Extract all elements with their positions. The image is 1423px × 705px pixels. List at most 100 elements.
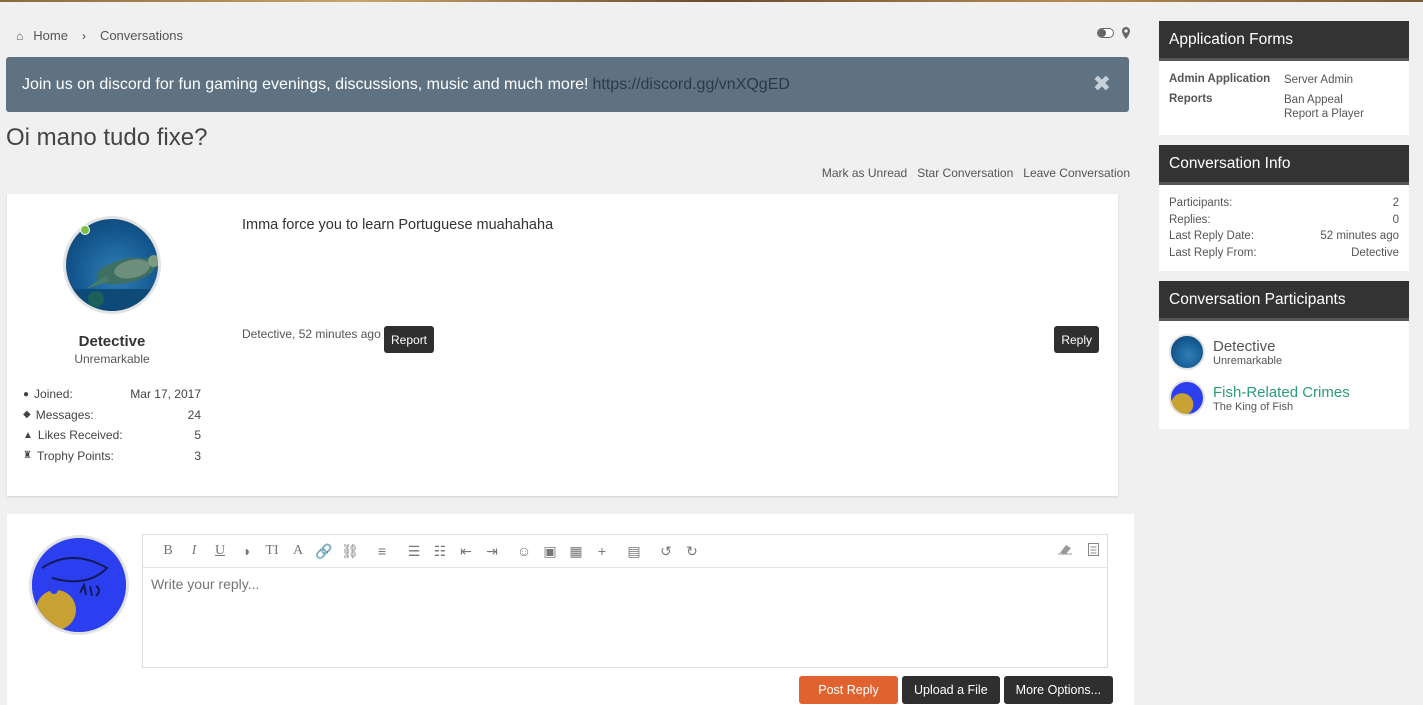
user-icon: ●: [23, 388, 30, 400]
participant-name[interactable]: Detective: [1213, 338, 1282, 355]
leave-conversation-link[interactable]: Leave Conversation: [1023, 166, 1130, 180]
discord-link[interactable]: https://discord.gg/vnXQgED: [593, 76, 790, 94]
close-icon[interactable]: ✖: [1093, 71, 1111, 97]
stat-value: 3: [194, 448, 201, 463]
outdent-icon[interactable]: ⇤: [453, 543, 479, 560]
font-family-icon[interactable]: A: [285, 543, 311, 559]
participant-name[interactable]: Fish-Related Crimes: [1213, 384, 1350, 401]
participant-item: Detective Unremarkable: [1169, 329, 1399, 375]
forms-row: Admin Application Server Admin: [1169, 73, 1399, 87]
report-button[interactable]: Report: [384, 326, 435, 353]
stat-row: ♜ Trophy Points: 3: [23, 446, 201, 467]
participant-title: The King of Fish: [1213, 400, 1294, 413]
align-icon[interactable]: ≡: [369, 543, 395, 559]
info-row: Last Reply Date: 52 minutes ago: [1169, 228, 1399, 245]
info-row: Replies: 0: [1169, 212, 1399, 229]
font-size-icon[interactable]: TI: [259, 543, 285, 559]
bullet-list-icon[interactable]: ☰: [401, 543, 427, 560]
block-title: Conversation Participants: [1159, 281, 1409, 322]
map-pin-icon[interactable]: [1122, 27, 1130, 39]
info-row: Last Reply From: Detective: [1169, 245, 1399, 262]
link-icon[interactable]: 🔗: [311, 543, 337, 560]
toggle-icon[interactable]: [1097, 28, 1114, 38]
info-label: Last Reply Date:: [1169, 230, 1255, 243]
page-title: Oi mano tudo fixe?: [6, 124, 208, 151]
forms-category: Admin Application: [1169, 73, 1271, 85]
indent-icon[interactable]: ⇥: [479, 543, 505, 560]
forms-link[interactable]: Server Admin: [1284, 73, 1353, 87]
post-author-title: Unremarkable: [74, 352, 150, 366]
stat-row: ▲ Likes Received: 5: [23, 425, 201, 446]
avatar[interactable]: [1169, 380, 1205, 417]
breadcrumb-conversations[interactable]: Conversations: [100, 28, 183, 43]
editor-right-tools: [1058, 543, 1099, 556]
unlink-icon[interactable]: ⛓: [337, 543, 363, 560]
stat-label: Messages:: [35, 407, 94, 422]
mark-unread-link[interactable]: Mark as Unread: [822, 166, 907, 180]
stat-value: 24: [187, 407, 201, 422]
messages-icon: ◆: [23, 409, 31, 421]
save-draft-icon[interactable]: ▤: [621, 543, 647, 560]
reply-textarea[interactable]: [143, 568, 1107, 666]
media-icon[interactable]: ▦: [563, 543, 589, 560]
stat-label: Trophy Points:: [36, 448, 114, 463]
avatar[interactable]: [29, 535, 129, 635]
stat-row: ● Joined: Mar 17, 2017: [23, 384, 201, 405]
quick-reply-box: B I U ◑ TI A 🔗 ⛓ ≡ ☰ ☷ ⇤ ⇥ ☺ ▣ ▦ + ▤ ↺ ↻…: [7, 514, 1134, 705]
breadcrumb: ⌂ Home › Conversations: [16, 28, 183, 43]
online-status-dot: [80, 225, 90, 235]
undo-icon[interactable]: ↺: [653, 543, 679, 560]
top-banner-strip: [0, 0, 1423, 2]
numbered-list-icon[interactable]: ☷: [427, 543, 453, 560]
reply-editor: B I U ◑ TI A 🔗 ⛓ ≡ ☰ ☷ ⇤ ⇥ ☺ ▣ ▦ + ▤ ↺ ↻…: [142, 534, 1108, 668]
avatar[interactable]: [63, 216, 161, 314]
star-conversation-link[interactable]: Star Conversation: [917, 166, 1013, 180]
info-label: Participants:: [1169, 197, 1233, 209]
breadcrumb-home[interactable]: Home: [33, 28, 68, 43]
insert-icon[interactable]: +: [589, 543, 615, 559]
more-options-button[interactable]: More Options...: [1003, 676, 1114, 704]
info-row: Participants: 2: [1169, 195, 1399, 212]
conversation-actions: Mark as Unread Star Conversation Leave C…: [822, 166, 1130, 180]
forms-link[interactable]: Ban Appeal: [1284, 93, 1364, 107]
participant-item: Fish-Related Crimes The King of Fish: [1169, 375, 1399, 421]
smiley-icon[interactable]: ☺: [511, 543, 537, 559]
post-author-name[interactable]: Detective: [7, 333, 217, 350]
application-forms-block: Application Forms Admin Application Serv…: [1159, 21, 1409, 135]
block-title: Application Forms: [1159, 21, 1409, 61]
italic-icon[interactable]: I: [181, 543, 207, 559]
avatar[interactable]: [1169, 334, 1205, 371]
user-stats: ● Joined: Mar 17, 2017 ◆ Messages: 24 ▲ Lik…: [23, 384, 201, 466]
message-body: Imma force you to learn Portuguese muaha…: [242, 217, 554, 233]
message-meta[interactable]: Detective, 52 minutes ago: [242, 327, 381, 341]
source-view-icon[interactable]: [1088, 543, 1099, 556]
message-post: Detective Unremarkable ● Joined: Mar 17, …: [7, 194, 1118, 496]
forms-row: Reports Ban Appeal Report a Player: [1169, 93, 1399, 121]
reply-button[interactable]: Reply: [1054, 326, 1099, 353]
thumbs-up-icon: ▲: [23, 429, 33, 441]
top-right-icons: [1097, 27, 1130, 39]
info-value: 2: [1392, 197, 1399, 209]
block-title: Conversation Info: [1159, 145, 1409, 185]
stat-value: Mar 17, 2017: [130, 387, 201, 402]
info-value: 0: [1392, 213, 1399, 226]
stat-label: Joined:: [34, 387, 73, 402]
editor-toolbar: B I U ◑ TI A 🔗 ⛓ ≡ ☰ ☷ ⇤ ⇥ ☺ ▣ ▦ + ▤ ↺ ↻: [143, 535, 1107, 568]
info-label: Replies:: [1169, 213, 1211, 226]
underline-icon[interactable]: U: [207, 543, 233, 559]
sidebar: Application Forms Admin Application Serv…: [1159, 21, 1409, 439]
discord-notice: Join us on discord for fun gaming evenin…: [6, 57, 1129, 112]
redo-icon[interactable]: ↻: [679, 543, 705, 560]
eraser-icon[interactable]: [1058, 543, 1072, 555]
post-reply-button[interactable]: Post Reply: [799, 676, 898, 704]
color-icon[interactable]: ◑: [233, 543, 259, 559]
forms-link[interactable]: Report a Player: [1284, 107, 1364, 121]
image-icon[interactable]: ▣: [537, 543, 563, 560]
bold-icon[interactable]: B: [155, 543, 181, 559]
notice-text: Join us on discord for fun gaming evenin…: [22, 75, 589, 93]
info-value[interactable]: Detective: [1351, 245, 1399, 262]
reply-actions: Post Reply Upload a File More Options...: [799, 676, 1114, 704]
upload-file-button[interactable]: Upload a File: [902, 676, 1000, 704]
participant-title: Unremarkable: [1213, 354, 1283, 367]
home-icon[interactable]: ⌂: [16, 29, 23, 43]
